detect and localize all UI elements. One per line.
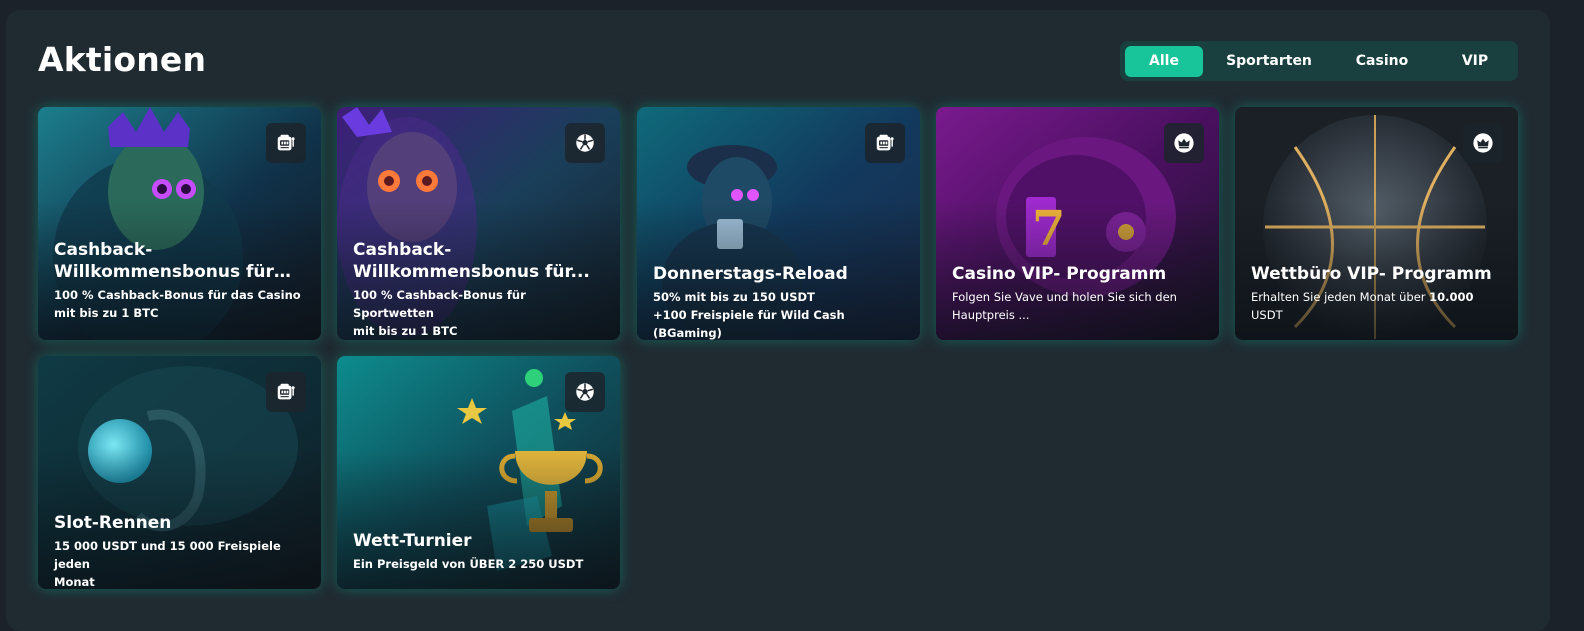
tab-alle[interactable]: Alle [1125, 46, 1203, 77]
promo-description: Erhalten Sie jeden Monat über 10.000 USD… [1251, 288, 1504, 324]
promo-title: Cashback-Willkommensbonus für... [353, 240, 590, 282]
promo-description-highlight: 10.000 [1429, 290, 1474, 304]
promo-description-line: mit bis zu 1 BTC [54, 306, 159, 320]
promo-description-line: 100 % Cashback-Bonus für das Casino [54, 288, 301, 302]
promo-card-sportsbook-vip[interactable]: Wettbüro VIP- Programm Erhalten Sie jede… [1235, 107, 1518, 340]
promo-description-line: USDT [1251, 308, 1283, 322]
promo-description: Folgen Sie Vave und holen Sie sich den H… [952, 288, 1205, 324]
soccer-ball-icon [565, 372, 605, 412]
promo-description: 50% mit bis zu 150 USDT +100 Freispiele … [653, 288, 906, 340]
page-title: Aktionen [38, 40, 207, 79]
slot-machine-icon [266, 123, 306, 163]
promo-text: Cashback-Willkommensbonus für da... 100 … [54, 239, 307, 322]
promo-card-casino-cashback[interactable]: Cashback-Willkommensbonus für da... 100 … [38, 107, 321, 340]
promo-description-line: 50% mit bis zu 150 USDT [653, 290, 815, 304]
promo-text: Casino VIP- Programm Folgen Sie Vave und… [952, 263, 1205, 324]
promo-text: Donnerstags-Reload 50% mit bis zu 150 US… [653, 263, 906, 340]
promo-description-line: Folgen Sie Vave und holen Sie sich den [952, 290, 1177, 304]
tab-vip[interactable]: VIP [1435, 46, 1515, 77]
promo-card-thursday-reload[interactable]: Donnerstags-Reload 50% mit bis zu 150 US… [637, 107, 920, 340]
promo-description-line: 15 000 USDT und 15 000 Freispiele jeden [54, 539, 281, 571]
promo-title: Wett-Turnier [353, 531, 472, 551]
promo-description: Ein Preisgeld von ÜBER 2 250 USDT [353, 555, 606, 573]
promo-description-text: Erhalten Sie jeden Monat über [1251, 290, 1430, 304]
promo-description-line: +100 Freispiele für Wild Cash (BGaming) [653, 308, 845, 340]
promo-card-casino-vip[interactable]: 7 Casino VIP- Programm Folgen Sie Vave u… [936, 107, 1219, 340]
promo-description-line: Hauptpreis ... [952, 308, 1030, 322]
promo-text: Cashback-Willkommensbonus für... 100 % C… [353, 239, 606, 340]
promo-text: Slot-Rennen 15 000 USDT und 15 000 Freis… [54, 512, 307, 589]
soccer-ball-icon [565, 123, 605, 163]
promo-title: Wettbüro VIP- Programm [1251, 264, 1492, 284]
promo-description: 100 % Cashback-Bonus für Sportwetten mit… [353, 286, 606, 340]
slot-machine-icon [865, 123, 905, 163]
promo-description: 100 % Cashback-Bonus für das Casino mit … [54, 286, 307, 322]
promo-text: Wettbüro VIP- Programm Erhalten Sie jede… [1251, 263, 1504, 324]
promo-card-slot-race[interactable]: Slot-Rennen 15 000 USDT und 15 000 Freis… [38, 356, 321, 589]
promo-title: Casino VIP- Programm [952, 264, 1167, 284]
tab-casino[interactable]: Casino [1342, 46, 1422, 77]
filter-tabs: Alle Sportarten Casino VIP [1120, 41, 1518, 81]
promo-description-line: Ein Preisgeld von ÜBER 2 250 USDT [353, 557, 584, 571]
promo-text: Wett-Turnier Ein Preisgeld von ÜBER 2 25… [353, 530, 606, 573]
promo-title: Slot-Rennen [54, 513, 172, 533]
promo-description-line: Monat [54, 575, 95, 589]
crown-icon [1463, 123, 1503, 163]
promo-description: 15 000 USDT und 15 000 Freispiele jeden … [54, 537, 307, 589]
promo-description-line: mit bis zu 1 BTC [353, 324, 458, 338]
promo-title: Cashback-Willkommensbonus für da... [54, 240, 274, 282]
promo-description-line: Erhalten Sie jeden Monat über 10.000 [1251, 288, 1504, 306]
slot-machine-icon [266, 372, 306, 412]
promo-card-sports-cashback[interactable]: Cashback-Willkommensbonus für... 100 % C… [337, 107, 620, 340]
promo-description-line: 100 % Cashback-Bonus für Sportwetten [353, 288, 526, 320]
crown-icon [1164, 123, 1204, 163]
promo-card-betting-tournament[interactable]: Wett-Turnier Ein Preisgeld von ÜBER 2 25… [337, 356, 620, 589]
promo-title: Donnerstags-Reload [653, 264, 848, 284]
tab-sportarten[interactable]: Sportarten [1219, 46, 1319, 77]
